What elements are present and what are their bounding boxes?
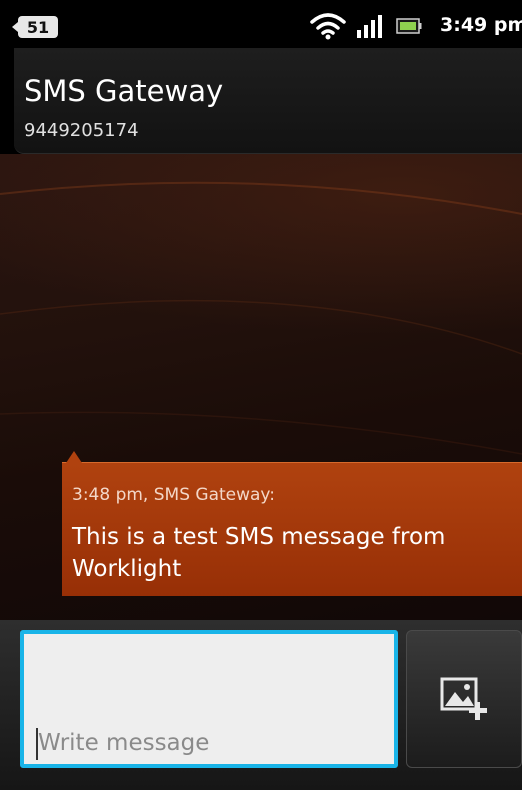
status-bar: 51 3:49 pm (0, 0, 522, 48)
attach-image-icon (440, 677, 487, 720)
status-time: 3:49 pm (440, 14, 522, 36)
message-input[interactable]: Write message (20, 630, 398, 768)
signal-icon (357, 15, 382, 38)
message-text: This is a test SMS message from Workligh… (72, 524, 446, 582)
message-input-placeholder: Write message (38, 730, 210, 756)
message-bubble[interactable]: 3:48 pm, SMS Gateway: This is a test SMS… (62, 451, 522, 596)
message-timestamp: 3:48 pm, SMS Gateway: (72, 485, 275, 505)
conversation-header[interactable]: SMS Gateway 9449205174 (14, 48, 522, 154)
wifi-icon (310, 13, 346, 40)
compose-bar: Write message (0, 620, 522, 790)
attach-media-button[interactable] (406, 630, 522, 768)
contact-number: 9449205174 (24, 120, 139, 141)
notification-badge[interactable]: 51 (12, 16, 58, 38)
page-title: SMS Gateway (24, 74, 224, 108)
battery-icon (396, 18, 422, 34)
